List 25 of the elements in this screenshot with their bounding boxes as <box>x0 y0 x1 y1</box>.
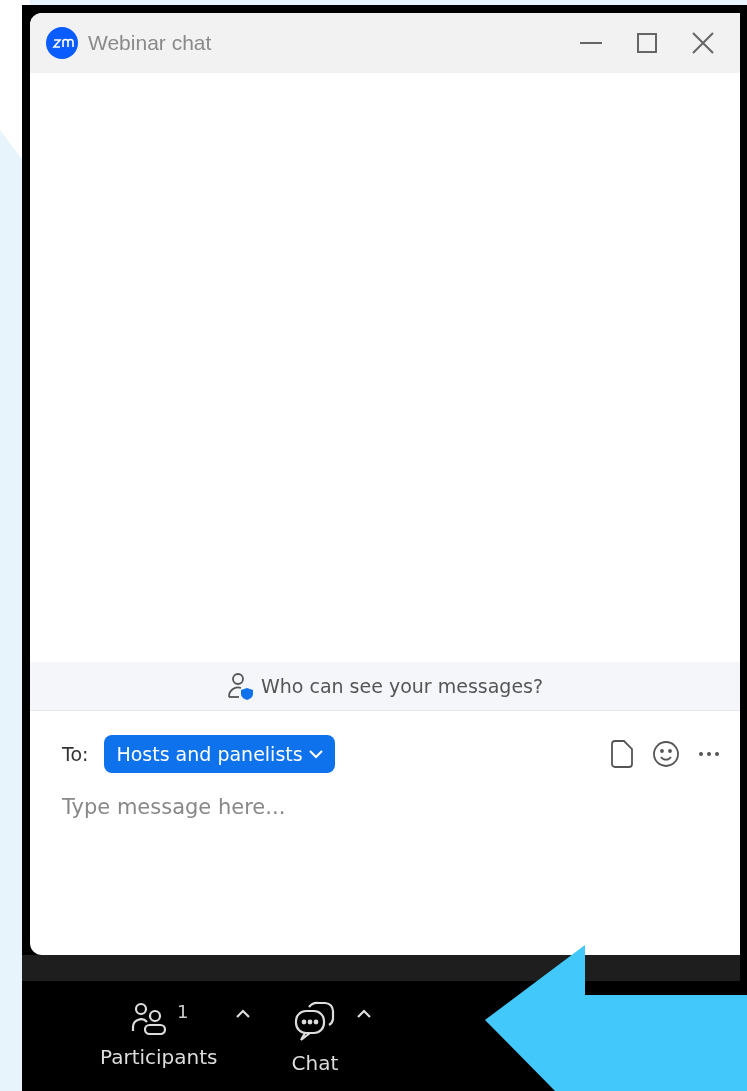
person-shield-icon <box>226 672 255 700</box>
chat-button[interactable]: Chat <box>291 1001 339 1075</box>
app-logo-icon <box>46 27 78 59</box>
close-icon <box>692 32 714 54</box>
more-button[interactable] <box>698 751 720 757</box>
chevron-icon <box>308 749 323 759</box>
minimize-icon <box>580 42 602 44</box>
maximize-icon <box>637 33 657 53</box>
emoji-button[interactable] <box>652 740 680 768</box>
privacy-link[interactable]: Who can see your messages? <box>260 675 544 697</box>
emoji-icon <box>652 740 680 768</box>
chat-icon <box>292 1001 337 1043</box>
recipient-dropdown[interactable]: Hosts and panelists <box>104 735 335 773</box>
caret-button[interactable] <box>356 1009 373 1019</box>
caret-icon <box>235 1009 252 1019</box>
caret-icon <box>356 1009 373 1019</box>
file-icon <box>610 740 634 768</box>
people-icon <box>129 1001 169 1037</box>
participant-count: 1 <box>177 1001 189 1022</box>
more-icon <box>698 751 720 757</box>
window-title: Webinar chat <box>88 31 213 55</box>
caret-button[interactable] <box>235 1009 252 1019</box>
file-button[interactable] <box>610 740 634 768</box>
participants-button[interactable]: 1 Participants <box>100 1001 218 1069</box>
to-label: To: <box>62 743 89 765</box>
